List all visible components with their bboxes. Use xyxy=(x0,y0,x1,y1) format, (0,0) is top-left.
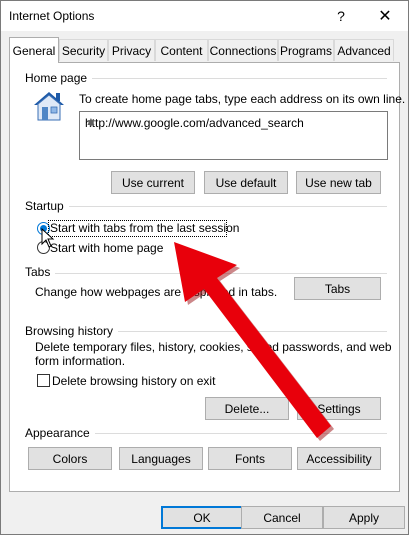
tab-programs[interactable]: Programs xyxy=(278,39,334,61)
browsing-history-description-line1: Delete temporary files, history, cookies… xyxy=(35,340,392,354)
delete-on-exit-checkbox[interactable] xyxy=(37,374,50,387)
use-default-button[interactable]: Use default xyxy=(204,171,288,194)
internet-options-dialog: Internet Options ? ✕ General Security Pr… xyxy=(0,0,409,535)
startup-group-label: Startup xyxy=(25,199,69,213)
tab-privacy[interactable]: Privacy xyxy=(108,39,155,61)
cancel-button[interactable]: Cancel xyxy=(241,506,323,529)
home-page-url-textarea[interactable]: http://www.google.com/advanced_search ▲ … xyxy=(79,111,388,160)
home-page-description: To create home page tabs, type each addr… xyxy=(79,92,406,106)
colors-button[interactable]: Colors xyxy=(28,447,112,470)
tab-general[interactable]: General xyxy=(9,37,59,63)
tab-connections[interactable]: Connections xyxy=(208,39,278,61)
home-page-group-label: Home page xyxy=(25,71,93,85)
browsing-history-group-label: Browsing history xyxy=(25,324,119,338)
radio-last-session-label[interactable]: Start with tabs from the last session xyxy=(50,221,239,236)
appearance-group-label: Appearance xyxy=(25,426,95,440)
settings-button[interactable]: Settings xyxy=(297,397,381,420)
browsing-history-description-line2: form information. xyxy=(35,354,126,368)
scroll-down-icon[interactable]: ▼ xyxy=(85,116,384,157)
delete-button[interactable]: Delete... xyxy=(205,397,289,420)
apply-button[interactable]: Apply xyxy=(323,506,405,529)
close-button[interactable]: ✕ xyxy=(363,1,407,31)
fonts-button[interactable]: Fonts xyxy=(208,447,292,470)
tabs-group-label: Tabs xyxy=(25,265,56,279)
tab-content[interactable]: Content xyxy=(155,39,208,61)
startup-divider xyxy=(25,206,387,207)
house-icon xyxy=(34,92,64,121)
tab-advanced[interactable]: Advanced xyxy=(334,39,394,61)
tabs-button[interactable]: Tabs xyxy=(294,277,381,300)
accessibility-button[interactable]: Accessibility xyxy=(297,447,381,470)
radio-home-page-label[interactable]: Start with home page xyxy=(50,241,163,256)
use-current-button[interactable]: Use current xyxy=(111,171,195,194)
mouse-pointer-icon xyxy=(41,228,55,248)
use-new-tab-button[interactable]: Use new tab xyxy=(296,171,381,194)
title-bar: Internet Options ? ✕ xyxy=(1,1,408,31)
tabs-divider xyxy=(25,273,387,274)
tab-security[interactable]: Security xyxy=(59,39,108,61)
window-title: Internet Options xyxy=(9,9,95,23)
help-button[interactable]: ? xyxy=(319,1,363,31)
tabs-description: Change how webpages are displayed in tab… xyxy=(35,285,278,299)
delete-on-exit-label[interactable]: Delete browsing history on exit xyxy=(52,374,215,389)
languages-button[interactable]: Languages xyxy=(119,447,203,470)
ok-button[interactable]: OK xyxy=(161,506,243,529)
